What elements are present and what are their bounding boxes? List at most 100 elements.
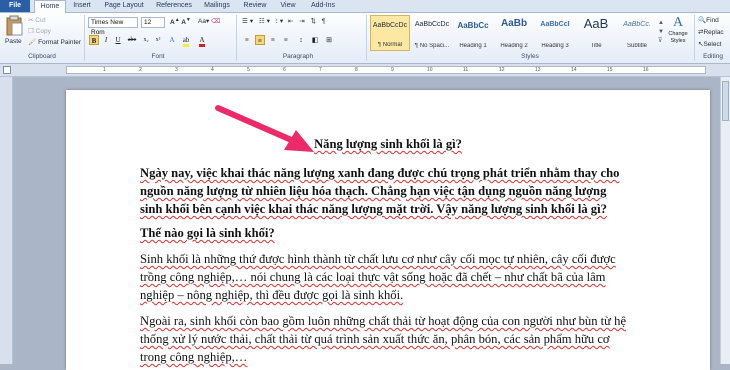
doc-paragraph-2: Sinh khối là những thứ được hình thành t…	[140, 250, 640, 304]
doc-line: sinh khối bên cạnh việc khai thác năng l…	[140, 202, 607, 216]
editing-group-label: Editing	[703, 53, 723, 60]
copy-button[interactable]: ❐ Copy	[28, 27, 51, 35]
cut-label: Cut	[35, 17, 46, 24]
style-preview: AaB	[583, 16, 609, 31]
doc-line: trồng công nghiệp,… nói chung là các loạ…	[140, 270, 606, 284]
underline-button[interactable]: U	[113, 35, 123, 45]
vertical-scrollbar[interactable]	[720, 77, 730, 364]
doc-line: thống xử lý nước thải, chất thải từ quá …	[140, 332, 610, 346]
tab-add-ins[interactable]: Add-Ins	[306, 0, 340, 12]
ruler-tick: 11	[463, 67, 469, 73]
doc-line: Ngày nay, việc khai thác năng lượng xanh…	[140, 166, 620, 180]
copy-label: Copy	[35, 28, 51, 35]
tab-selector-icon[interactable]	[3, 66, 11, 74]
text-effects-icon[interactable]: A	[167, 35, 177, 45]
strikethrough-button[interactable]: abc	[127, 35, 137, 45]
highlight-icon[interactable]: ab	[181, 35, 191, 47]
scrollbar-thumb[interactable]	[722, 81, 729, 121]
style-title[interactable]: AaB Title	[576, 15, 616, 51]
copy-icon: ❐	[28, 28, 36, 35]
ruler-tick: 8	[355, 67, 358, 73]
format-painter-label: Format Painter	[38, 39, 82, 46]
style-name: ¶ No Spaci...	[414, 43, 450, 49]
styles-group-label: Styles	[521, 53, 539, 60]
align-center-icon[interactable]: ≡	[255, 35, 265, 45]
doc-paragraph-3: Ngoài ra, sinh khối còn bao gồm luôn nhữ…	[140, 312, 640, 366]
borders-icon[interactable]: ⊞	[324, 35, 334, 45]
style-name: Heading 1	[459, 43, 487, 49]
align-left-icon[interactable]: ≡	[242, 35, 252, 45]
doc-line: nguồn năng lượng từ nhiên liệu hóa thạch…	[140, 184, 607, 198]
style-heading-3[interactable]: AaBbCcI Heading 3	[535, 15, 575, 51]
font-name-select[interactable]: Times New Rom	[88, 17, 138, 36]
ruler-tick: 10	[427, 67, 433, 73]
tab-home[interactable]: Home	[34, 0, 66, 13]
brush-icon: 🖌	[28, 39, 37, 46]
style-name: Heading 2	[500, 43, 528, 49]
font-color-icon[interactable]: A	[197, 35, 207, 47]
tab-view[interactable]: View	[276, 0, 300, 12]
style-name: Subtitle	[626, 43, 647, 49]
tab-mailings[interactable]: Mailings	[200, 0, 234, 12]
change-case-icon[interactable]: Aa▾ ⌫	[198, 17, 220, 25]
ruler-tick: 16	[643, 67, 649, 73]
style-heading-1[interactable]: AaBbCc Heading 1	[453, 15, 493, 51]
styles-scroll-icon[interactable]: ▲ ▼ ⊽	[658, 19, 664, 46]
ruler-tick: 3	[175, 67, 178, 73]
tab-review[interactable]: Review	[240, 0, 270, 12]
change-styles-icon: A	[672, 15, 684, 30]
horizontal-ruler[interactable]: 1 2 3 4 5 6 7 8 9 10 11 12 13 14 15 16	[0, 64, 730, 77]
bullets-icon[interactable]: ☰▾ ☷▾ ⁝▾	[242, 17, 285, 25]
font-size-select[interactable]: 12	[141, 17, 165, 28]
tab-file[interactable]: File	[0, 0, 30, 12]
doc-heading: Thế nào gọi là sinh khối?	[140, 224, 640, 242]
bold-button[interactable]: B	[89, 35, 99, 45]
style-name: Heading 3	[541, 43, 569, 49]
grow-font-icon[interactable]: A▲ A▼	[170, 17, 191, 26]
divider	[366, 15, 367, 61]
align-right-icon[interactable]: ≡	[268, 35, 278, 45]
style-preview: AaBbCcI	[540, 21, 570, 28]
ruler-tick: 2	[139, 67, 142, 73]
style-no-spacing[interactable]: AaBbCcDc ¶ No Spaci...	[412, 15, 452, 51]
style-preview: AaBbCc.	[623, 21, 651, 28]
ribbon-tab-bar: File Home Insert Page Layout References …	[0, 0, 730, 13]
clipboard-group-label: Clipboard	[28, 53, 56, 60]
italic-button[interactable]: I	[101, 35, 111, 45]
shading-icon[interactable]: ◧	[310, 35, 320, 45]
subscript-button[interactable]: x₂	[141, 35, 151, 45]
replace-label: Replac	[703, 29, 724, 36]
replace-button[interactable]: ⇄Replac	[698, 28, 724, 36]
doc-line: nghiệp – nông nghiệp, thì đều được gọi l…	[140, 288, 404, 302]
superscript-button[interactable]: x²	[153, 35, 163, 45]
divider	[236, 15, 237, 61]
cut-button[interactable]: ✂ Cut	[28, 16, 45, 24]
select-button[interactable]: ↖Select	[698, 40, 722, 48]
style-preview: AaBb	[500, 18, 528, 29]
annotation-arrow-icon	[215, 105, 314, 152]
style-subtitle[interactable]: AaBbCc. Subtitle	[617, 15, 657, 51]
select-label: Select	[703, 41, 722, 48]
format-painter-button[interactable]: 🖌 Format Painter	[28, 38, 81, 46]
ruler-track: 1 2 3 4 5 6 7 8 9 10 11 12 13 14 15 16	[66, 66, 706, 74]
find-button[interactable]: 🔍Find	[698, 16, 719, 24]
change-styles-button[interactable]: A Change Styles	[666, 15, 690, 51]
indent-icon[interactable]: ⇤ ⇥ ⇅ ¶	[288, 17, 327, 25]
line-spacing-icon[interactable]: ↕	[296, 35, 306, 45]
tab-references[interactable]: References	[152, 0, 196, 12]
style-heading-2[interactable]: AaBb Heading 2	[494, 15, 534, 51]
style-preview: AaBbCcDc	[372, 22, 408, 29]
ruler-tick: 6	[283, 67, 286, 73]
doc-intro-paragraph: Ngày nay, việc khai thác năng lượng xanh…	[140, 164, 640, 218]
tab-insert[interactable]: Insert	[68, 0, 96, 12]
tab-page-layout[interactable]: Page Layout	[100, 0, 148, 12]
ruler-tick: 7	[319, 67, 322, 73]
ruler-tick: 9	[391, 67, 394, 73]
style-normal[interactable]: AaBbCcDc ¶ Normal	[370, 15, 410, 51]
paragraph-group-label: Paragraph	[282, 53, 314, 60]
style-name: ¶ Normal	[377, 42, 403, 48]
paste-button[interactable]	[4, 15, 24, 37]
style-preview: AaBbCcDc	[414, 21, 450, 28]
document-page[interactable]: Năng lượng sinh khối là gì? Ngày nay, vi…	[66, 90, 710, 370]
justify-icon[interactable]: ≡	[281, 35, 291, 45]
